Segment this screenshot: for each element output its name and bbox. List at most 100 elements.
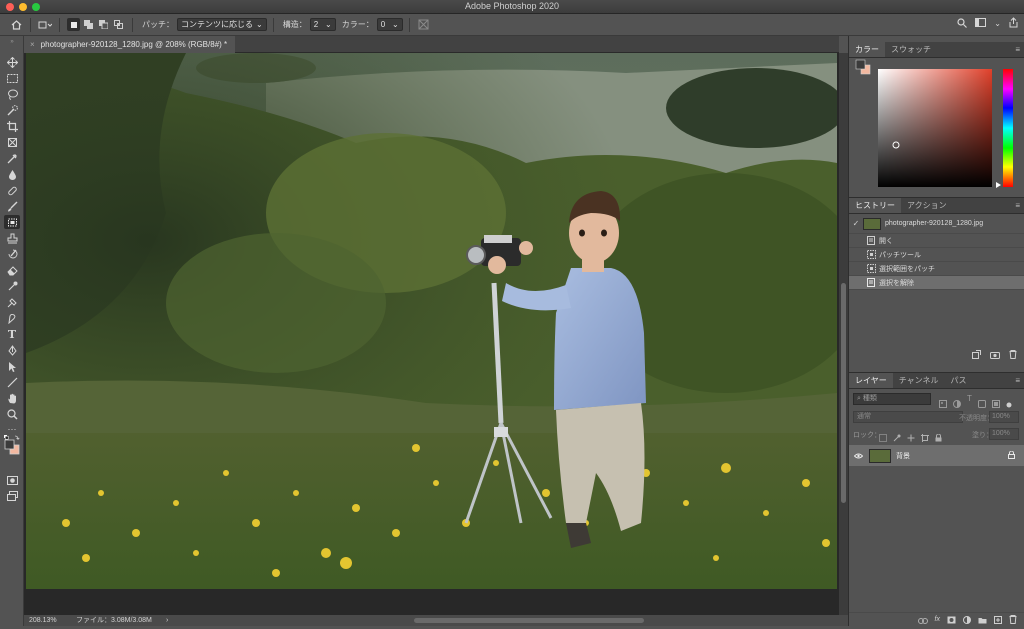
scroll-thumb[interactable] <box>841 283 846 503</box>
photo-canvas <box>26 53 837 589</box>
line-icon[interactable] <box>4 375 20 389</box>
clone-stamp-icon[interactable] <box>4 231 20 245</box>
patch-mode-select[interactable]: コンテンツに応じる ⌄ <box>177 18 267 31</box>
panel-menu-icon[interactable]: ≡ <box>1015 42 1024 57</box>
eraser-icon[interactable] <box>4 263 20 277</box>
structure-label: 構造： <box>282 20 307 29</box>
workspace-icon[interactable] <box>975 18 987 29</box>
quick-select-icon[interactable] <box>4 103 20 117</box>
structure-select[interactable]: 2 ⌄ <box>309 18 336 31</box>
blur-icon[interactable] <box>4 295 20 309</box>
layer-thumbnail <box>869 448 891 463</box>
screen-mode-icon[interactable] <box>4 489 20 503</box>
collapse-toolbar-icon[interactable]: » <box>4 39 20 45</box>
new-document-from-state-icon[interactable] <box>972 346 981 364</box>
close-icon[interactable]: × <box>30 36 35 53</box>
canvas-area[interactable] <box>24 53 839 615</box>
panel-menu-icon[interactable]: ≡ <box>1015 373 1024 388</box>
crop-icon[interactable] <box>4 119 20 133</box>
patch-icon[interactable] <box>4 215 20 229</box>
color-swatches[interactable] <box>4 435 20 457</box>
separator <box>30 17 31 32</box>
eyedropper-icon[interactable] <box>4 151 20 165</box>
tab-paths[interactable]: パス <box>945 373 973 388</box>
document-icon <box>863 236 879 245</box>
tab-actions[interactable]: アクション <box>901 198 953 213</box>
history-item-active[interactable]: 選択を解除 <box>849 276 1024 290</box>
history-item-label: 選択範囲をパッチ <box>879 265 935 273</box>
chevron-down-icon[interactable]: ⌄ <box>994 19 1001 28</box>
layer-filter-select[interactable]: ⌕ 種類 <box>853 393 931 405</box>
color-picker[interactable] <box>849 59 1024 199</box>
path-select-icon[interactable] <box>4 359 20 373</box>
type-icon[interactable]: T <box>4 327 20 341</box>
layers-panel-tabs: レイヤー チャンネル パス ≡ <box>849 373 1024 389</box>
marquee-icon[interactable] <box>4 71 20 85</box>
spot-heal-icon[interactable] <box>4 167 20 181</box>
healing-brush-icon[interactable] <box>4 183 20 197</box>
type-filter-icon[interactable]: T <box>967 395 972 413</box>
home-icon[interactable] <box>8 17 24 33</box>
document-tab[interactable]: × photographer-920128_1280.jpg @ 208% (R… <box>24 36 236 53</box>
separator <box>59 17 60 32</box>
hand-icon[interactable] <box>4 391 20 405</box>
history-brush-icon[interactable] <box>4 247 20 261</box>
history-item-label: パッチツール <box>879 251 921 259</box>
layer-row[interactable]: 背景 <box>849 445 1024 466</box>
add-selection-mode-button[interactable] <box>82 18 95 31</box>
frame-icon[interactable] <box>4 135 20 149</box>
subtract-selection-mode-button[interactable] <box>97 18 110 31</box>
pen-icon[interactable] <box>4 343 20 357</box>
options-bar: パッチ： コンテンツに応じる ⌄ 構造： 2 ⌄ カラー： 0 ⌄ ⌄ <box>0 14 1024 36</box>
share-icon[interactable] <box>1009 17 1018 30</box>
tab-history[interactable]: ヒストリー <box>849 198 901 213</box>
new-selection-mode-button[interactable] <box>67 18 80 31</box>
history-item[interactable]: 選択範囲をパッチ <box>849 262 1024 276</box>
panel-menu-icon[interactable]: ≡ <box>1015 198 1024 213</box>
eye-icon[interactable] <box>849 453 867 459</box>
tool-preset-picker[interactable] <box>37 17 53 33</box>
color-select[interactable]: 0 ⌄ <box>376 18 403 31</box>
blend-mode-select[interactable]: 通常 <box>853 411 963 423</box>
history-item[interactable]: 開く <box>849 234 1024 248</box>
layer-name[interactable]: 背景 <box>896 451 910 461</box>
intersect-selection-mode-button[interactable] <box>112 18 125 31</box>
zoom-icon[interactable] <box>4 407 20 421</box>
lock-label: ロック： <box>853 432 881 439</box>
status-menu-arrow[interactable]: › <box>166 615 168 626</box>
vertical-scrollbar[interactable] <box>839 53 848 615</box>
patch-label: パッチ： <box>142 20 174 29</box>
trash-icon[interactable] <box>1009 346 1017 364</box>
fx-icon[interactable]: fx <box>935 616 940 623</box>
tab-color[interactable]: カラー <box>849 42 885 57</box>
status-bar: 208.13% ファイル：3.08M/3.08M › <box>24 615 848 626</box>
history-snapshot[interactable]: ✓ photographer-920128_1280.jpg <box>849 214 1024 234</box>
history-footer <box>972 346 1017 364</box>
quick-mask-icon[interactable] <box>4 473 20 487</box>
gradient-icon[interactable] <box>4 279 20 293</box>
camera-icon[interactable] <box>990 346 1000 364</box>
fill-input[interactable]: 100% <box>989 428 1019 440</box>
horizontal-scrollbar[interactable] <box>414 618 644 623</box>
color-panel-tabs: カラー スウォッチ ≡ <box>849 42 1024 58</box>
lasso-icon[interactable] <box>4 87 20 101</box>
history-brush-source-icon[interactable]: ✓ <box>849 219 863 228</box>
brush-icon[interactable] <box>4 199 20 213</box>
document-canvas[interactable] <box>26 53 837 589</box>
more-tools-icon[interactable]: ··· <box>4 422 20 436</box>
opacity-input[interactable]: 100% <box>989 411 1019 423</box>
chevron-down-icon: ⌄ <box>325 20 332 29</box>
move-icon[interactable] <box>4 55 20 69</box>
search-icon[interactable] <box>957 17 968 30</box>
separator <box>408 17 410 32</box>
tab-channels[interactable]: チャンネル <box>893 373 945 388</box>
document-tab-title: photographer-920128_1280.jpg @ 208% (RGB… <box>40 40 228 49</box>
zoom-level[interactable]: 208.13% <box>29 615 57 626</box>
shape-filter-icon[interactable] <box>977 395 986 413</box>
tab-layers[interactable]: レイヤー <box>849 373 893 388</box>
title-bar: Adobe Photoshop 2020 <box>0 0 1024 14</box>
sample-all-layers-icon[interactable] <box>416 17 432 33</box>
history-item[interactable]: パッチツール <box>849 248 1024 262</box>
dodge-icon[interactable] <box>4 311 20 325</box>
tab-swatches[interactable]: スウォッチ <box>885 42 937 57</box>
